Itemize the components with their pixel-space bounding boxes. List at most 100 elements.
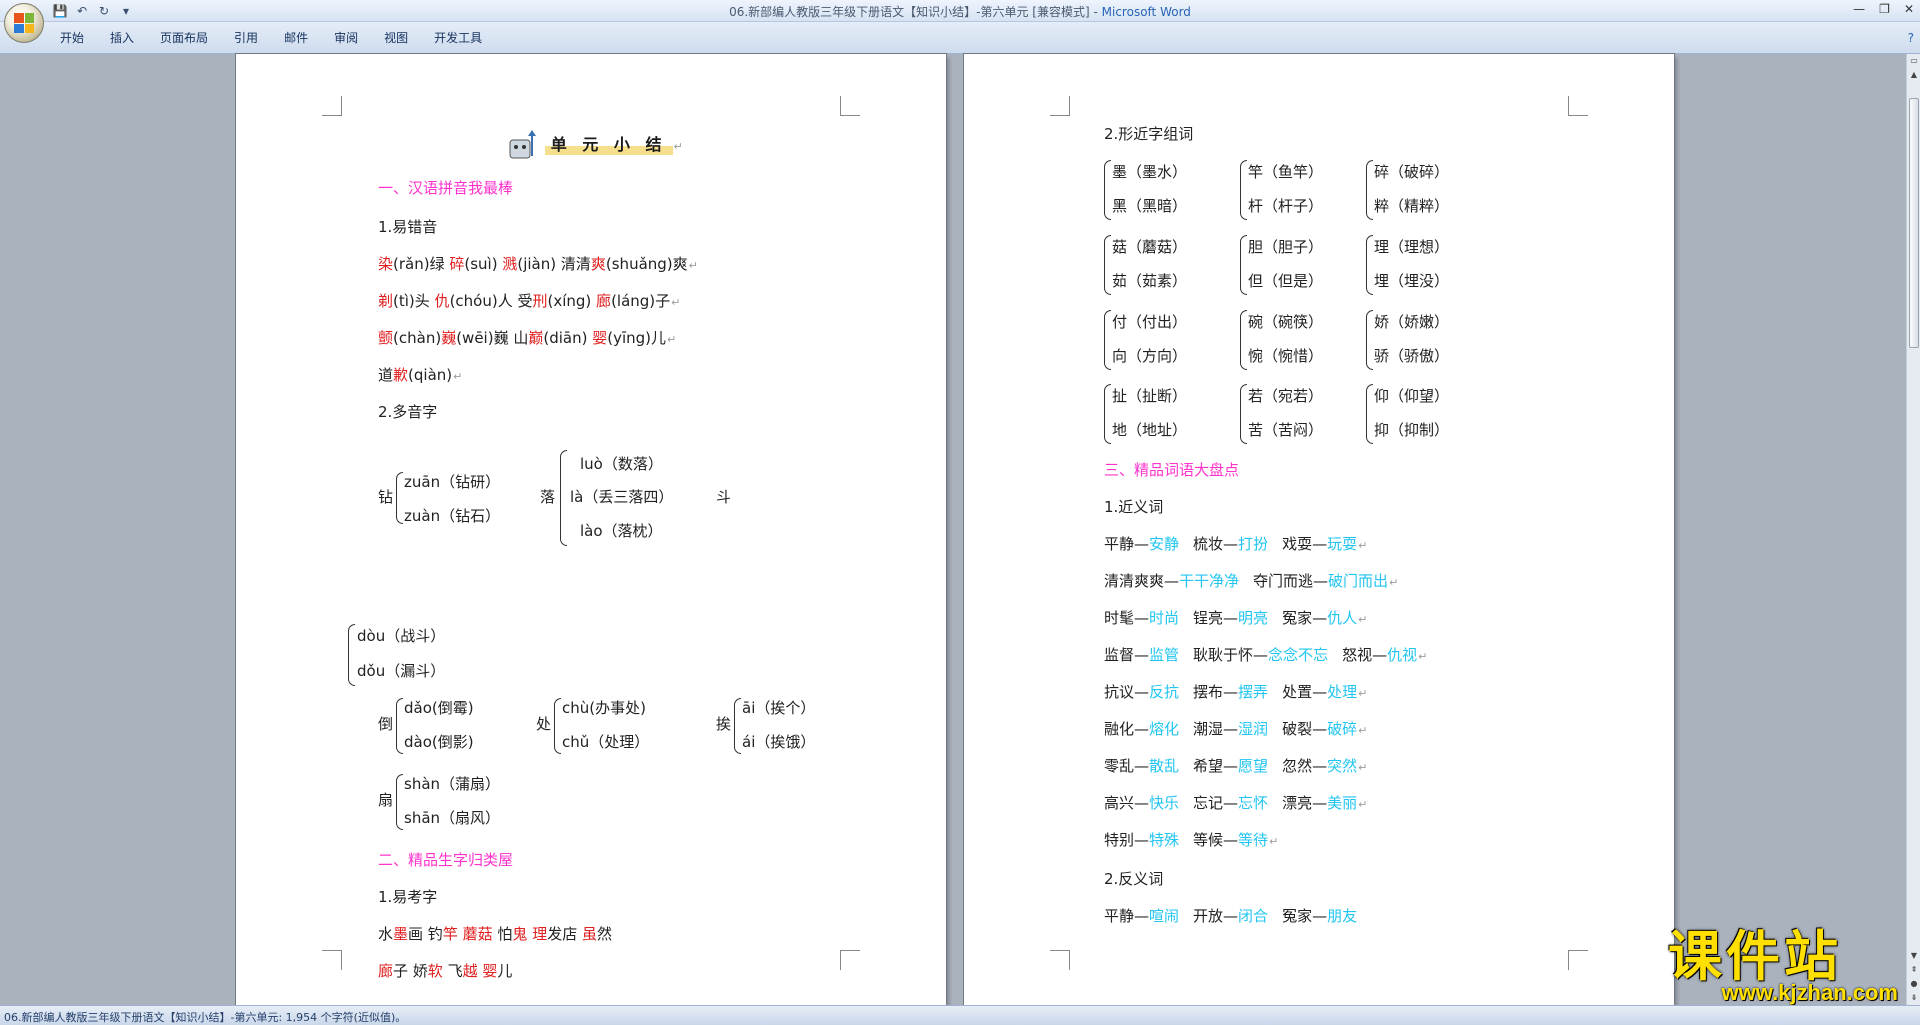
synonym-answer: 摆弄 xyxy=(1238,683,1269,701)
app-name: Microsoft Word xyxy=(1101,5,1191,19)
antonym-word: 冤家— xyxy=(1282,907,1328,925)
vertical-scrollbar[interactable]: ▭ ▲ ▼ ⇞ ● ⇟ xyxy=(1906,54,1920,1005)
similar-char-word: 胆（胆子） xyxy=(1248,238,1324,256)
synonym-answer: 湿润 xyxy=(1238,720,1269,738)
brace xyxy=(1366,384,1373,444)
watermark-url: www.kjzhan.com xyxy=(1721,980,1898,1005)
brace xyxy=(1104,384,1111,444)
section-heading: 二、精品生字归类屋 xyxy=(378,851,514,869)
tab-review[interactable]: 审阅 xyxy=(321,29,371,46)
document-page-left[interactable]: 单 元 小 结 ↵ 一、汉语拼音我最棒 1.易错音 染(rǎn)绿 碎(suì) … xyxy=(236,54,946,1005)
similar-char-word: 黑（黑暗） xyxy=(1112,197,1188,215)
window-title: 06.新部编人教版三年级下册语文【知识小结】-第六单元 [兼容模式] - Mic… xyxy=(0,3,1920,20)
minimize-button[interactable]: — xyxy=(1853,2,1865,16)
ribbon-tabs: 开始 插入 页面布局 引用 邮件 审阅 视图 开发工具 ? xyxy=(0,22,1920,54)
synonym-word: 冤家— xyxy=(1282,609,1328,627)
office-logo-icon xyxy=(14,13,34,33)
tab-developer[interactable]: 开发工具 xyxy=(421,29,495,46)
brace xyxy=(1240,160,1247,220)
previous-page-icon[interactable]: ⇞ xyxy=(1907,963,1920,977)
pinyin-entry: dòu（战斗） xyxy=(357,627,446,645)
similar-char-word: 苦（苦闷） xyxy=(1248,421,1324,439)
synonym-answer: 时尚 xyxy=(1149,609,1180,627)
similar-char-word: 娇（娇嫩） xyxy=(1374,313,1450,331)
close-button[interactable]: ✕ xyxy=(1904,2,1914,16)
ruler-toggle-icon[interactable]: ▭ xyxy=(1907,54,1920,68)
synonym-answer: 散乱 xyxy=(1149,757,1180,775)
similar-char-word: 地（地址） xyxy=(1112,421,1188,439)
synonym-word: 忽然— xyxy=(1282,757,1328,775)
brace xyxy=(1104,310,1111,370)
tab-insert[interactable]: 插入 xyxy=(97,29,147,46)
brace xyxy=(348,624,355,686)
synonym-word: 戏耍— xyxy=(1282,535,1328,553)
similar-char-word: 仰（仰望） xyxy=(1374,387,1450,405)
polyphone-char: 处 xyxy=(536,715,552,733)
brace xyxy=(1366,160,1373,220)
crop-mark xyxy=(322,96,342,116)
unit-summary-title: 单 元 小 结 xyxy=(544,134,673,155)
scroll-down-icon[interactable]: ▼ xyxy=(1907,949,1920,963)
synonym-line: 抗议—反抗 摆布—摆弄 处置—处理↵ xyxy=(1104,683,1368,701)
synonym-word: 清清爽爽— xyxy=(1104,572,1180,590)
select-browse-object-icon[interactable]: ● xyxy=(1907,977,1920,991)
similar-char-word: 碎（破碎） xyxy=(1374,163,1450,181)
synonym-answer: 仇人 xyxy=(1327,609,1358,627)
crop-mark xyxy=(840,96,860,116)
scroll-up-icon[interactable]: ▲ xyxy=(1907,68,1920,82)
synonym-answer: 忘怀 xyxy=(1238,794,1269,812)
crop-mark xyxy=(1568,96,1588,116)
pinyin-entry: chù(办事处) xyxy=(562,699,646,717)
polyphone-char: 挨 xyxy=(716,715,732,733)
subsection-heading: 1.易错音 xyxy=(378,218,438,236)
synonym-word: 时髦— xyxy=(1104,609,1150,627)
similar-char-word: 理（理想） xyxy=(1374,238,1450,256)
synonym-line: 高兴—快乐 忘记—忘怀 漂亮—美丽↵ xyxy=(1104,794,1368,812)
brace xyxy=(1240,384,1247,444)
pinyin-entry: zuàn（钻石） xyxy=(404,507,501,525)
antonym-answer: 喧闹 xyxy=(1149,907,1180,925)
polyphone-char: 倒 xyxy=(378,715,394,733)
brace xyxy=(396,774,403,830)
document-page-right[interactable]: 2.形近字组词 墨（墨水） 黑（黑暗） 竿（鱼竿） 杆（杆子） 碎（破碎） 粹（精粹） 菇（… xyxy=(964,54,1674,1005)
synonym-word: 忘记— xyxy=(1193,794,1239,812)
crop-mark xyxy=(1050,950,1070,970)
restore-button[interactable]: ❐ xyxy=(1879,2,1890,16)
subsection-heading: 2.多音字 xyxy=(378,403,438,421)
pinyin-entry: shān（扇风） xyxy=(404,809,501,827)
text-line: 染(rǎn)绿 碎(suì) 溅(jiàn) 清清爽(shuǎng)爽↵ xyxy=(378,255,698,273)
watermark-logo-text: 课件站 xyxy=(1668,927,1842,987)
antonym-answer: 朋友 xyxy=(1327,907,1358,925)
synonym-answer: 特殊 xyxy=(1149,831,1180,849)
pinyin-entry: lào（落枕） xyxy=(580,522,663,540)
word-count-status[interactable]: 06.新部编人教版三年级下册语文【知识小结】-第六单元: 1,954 个字符(近… xyxy=(4,1009,406,1025)
tab-view[interactable]: 视图 xyxy=(371,29,421,46)
next-page-icon[interactable]: ⇟ xyxy=(1907,991,1920,1005)
scroll-thumb[interactable] xyxy=(1909,98,1919,348)
synonym-word: 破裂— xyxy=(1282,720,1328,738)
similar-char-word: 碗（碗筷） xyxy=(1248,313,1324,331)
site-watermark: 课件站 www.kjzhan.com xyxy=(1668,928,1898,1006)
tab-page-layout[interactable]: 页面布局 xyxy=(147,29,221,46)
pinyin-entry: là（丢三落四） xyxy=(570,488,674,506)
similar-char-word: 付（付出） xyxy=(1112,313,1188,331)
tab-mailings[interactable]: 邮件 xyxy=(271,29,321,46)
tab-home[interactable]: 开始 xyxy=(60,29,97,46)
polyphone-char: 落 xyxy=(540,488,556,506)
robot-mascot-icon xyxy=(509,130,536,159)
synonym-word: 零乱— xyxy=(1104,757,1150,775)
similar-char-word: 埋（埋没） xyxy=(1374,272,1450,290)
synonym-answer: 安静 xyxy=(1149,535,1180,553)
tab-references[interactable]: 引用 xyxy=(221,29,271,46)
synonym-line: 清清爽爽—干干净净 夺门而逃—破门而出↵ xyxy=(1104,572,1399,590)
help-icon[interactable]: ? xyxy=(1908,31,1914,45)
synonym-word: 平静— xyxy=(1104,535,1150,553)
similar-char-word: 抑（抑制） xyxy=(1374,421,1450,439)
synonym-word: 夺门而逃— xyxy=(1253,572,1329,590)
similar-char-word: 惋（惋惜） xyxy=(1248,347,1324,365)
synonym-answer: 仇视 xyxy=(1387,646,1418,664)
pinyin-entry: luò（数落） xyxy=(580,455,663,473)
text-line: 水墨画 钓竿 蘑菇 怕鬼 理发店 虽然 xyxy=(378,925,613,943)
office-button[interactable] xyxy=(4,3,44,43)
synonym-answer: 突然 xyxy=(1327,757,1358,775)
